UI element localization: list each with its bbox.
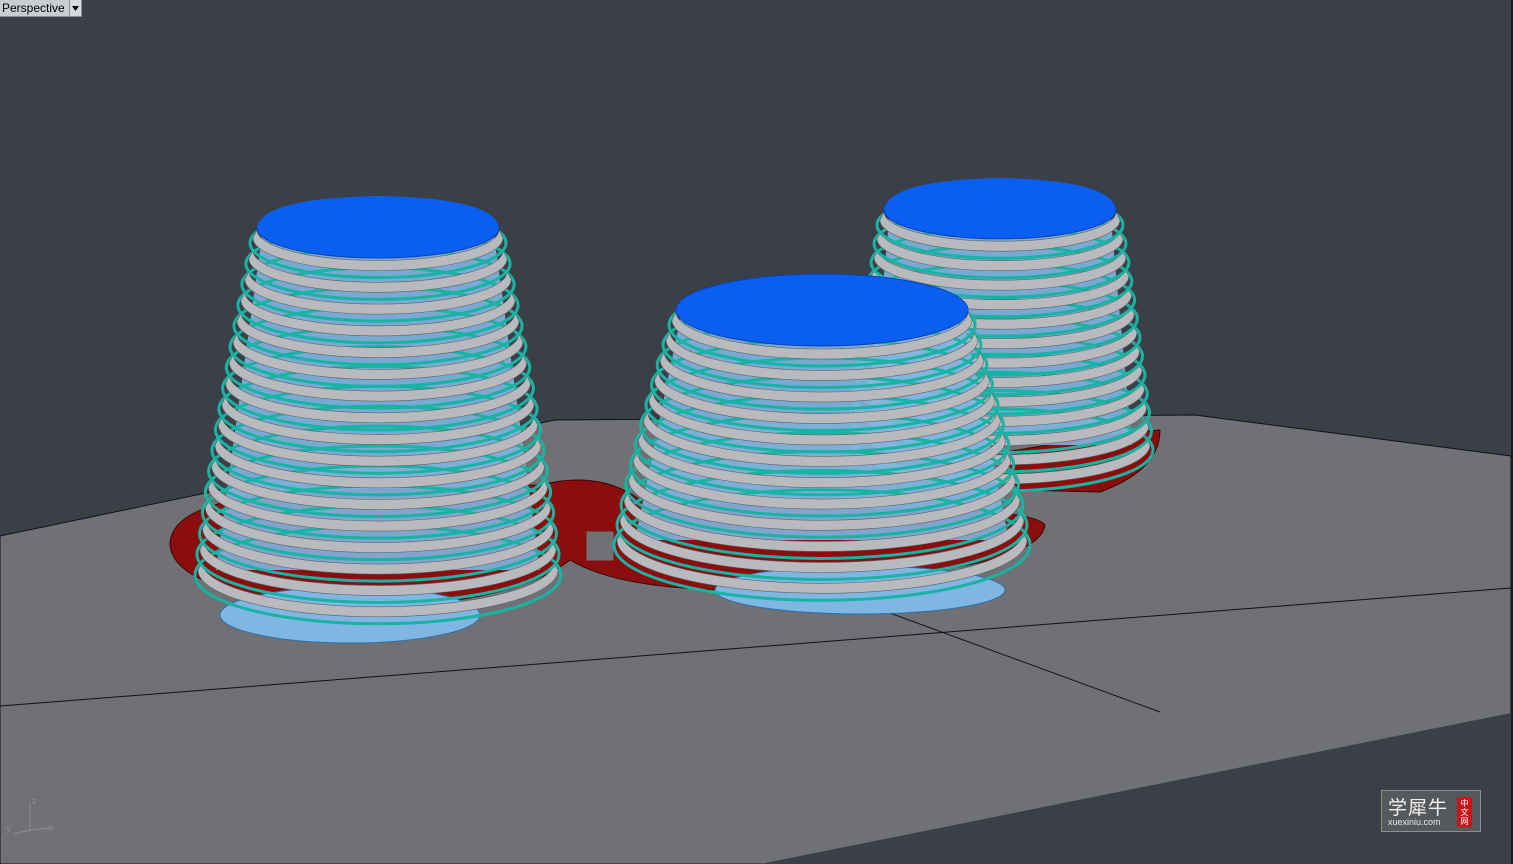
- watermark-seal: 中 文 网: [1457, 797, 1472, 827]
- viewport-title-tab[interactable]: Perspective: [0, 0, 82, 17]
- watermark-logo: 学犀牛 xuexiniu.com 中 文 网: [1381, 790, 1481, 832]
- dropdown-arrow-icon[interactable]: [68, 0, 81, 16]
- watermark-url: xuexiniu.com: [1388, 817, 1441, 827]
- tower-center[interactable]: [612, 273, 1032, 602]
- perspective-viewport[interactable]: Perspective z x y 学犀牛 xuexiniu.com 中 文 网: [0, 0, 1511, 864]
- roof-cap: [884, 178, 1116, 210]
- axis-z-label: z: [32, 796, 37, 806]
- watermark-brand: 学犀牛: [1388, 797, 1449, 819]
- 3d-scene[interactable]: [0, 0, 1511, 864]
- axis-triad: z x y: [6, 796, 54, 835]
- podium-entrance: [583, 528, 617, 564]
- axis-x-label: x: [49, 822, 54, 832]
- tower-left[interactable]: [193, 196, 563, 626]
- viewport-title[interactable]: Perspective: [0, 0, 69, 16]
- roof-cap: [257, 196, 499, 228]
- axis-y-label: y: [6, 823, 11, 833]
